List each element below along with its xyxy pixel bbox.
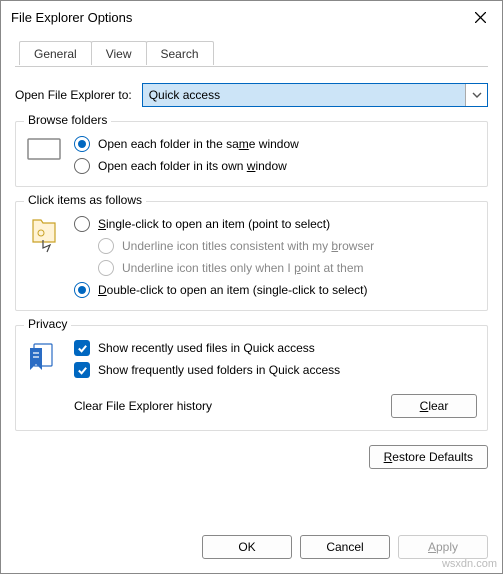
tab-search[interactable]: Search (146, 41, 214, 65)
watermark: wsxdn.com (442, 558, 497, 570)
tab-strip: General View Search (15, 41, 488, 67)
open-to-row: Open File Explorer to: Quick access (15, 83, 488, 107)
check-recent-files[interactable]: Show recently used files in Quick access (74, 340, 477, 356)
privacy-icon (26, 342, 62, 372)
radio-single-click[interactable]: Single-click to open an item (point to s… (74, 216, 477, 232)
chevron-down-icon (472, 92, 482, 98)
radio-underline-point-label: Underline icon titles only when I point … (122, 261, 363, 275)
group-click-items: Click items as follows Single-click to o… (15, 201, 488, 311)
open-to-dropdown-button[interactable] (465, 84, 487, 106)
window-title: File Explorer Options (11, 10, 132, 25)
tab-view[interactable]: View (91, 41, 147, 65)
open-to-value: Quick access (143, 84, 465, 106)
radio-same-window-label: Open each folder in the same window (98, 137, 299, 151)
radio-own-window[interactable]: Open each folder in its own window (74, 158, 477, 174)
group-click-items-legend: Click items as follows (24, 193, 146, 207)
group-browse-folders-legend: Browse folders (24, 113, 111, 127)
restore-defaults-button[interactable]: Restore Defaults (369, 445, 488, 469)
radio-own-window-label: Open each folder in its own window (98, 159, 287, 173)
dialog-footer: OK Cancel Apply (1, 523, 502, 573)
check-recent-files-label: Show recently used files in Quick access (98, 341, 315, 355)
click-items-icon (26, 218, 62, 254)
check-frequent-folders-label: Show frequently used folders in Quick ac… (98, 363, 340, 377)
radio-single-click-label: Single-click to open an item (point to s… (98, 217, 330, 231)
cancel-button[interactable]: Cancel (300, 535, 390, 559)
browse-folders-icon (26, 138, 62, 160)
radio-underline-browser: Underline icon titles consistent with my… (98, 238, 477, 254)
dialog-body: General View Search Open File Explorer t… (1, 33, 502, 523)
tab-general[interactable]: General (19, 41, 92, 65)
dialog-window: File Explorer Options General View Searc… (0, 0, 503, 574)
radio-underline-browser-label: Underline icon titles consistent with my… (122, 239, 374, 253)
clear-history-label: Clear File Explorer history (74, 399, 377, 413)
titlebar: File Explorer Options (1, 1, 502, 33)
ok-button[interactable]: OK (202, 535, 292, 559)
check-frequent-folders[interactable]: Show frequently used folders in Quick ac… (74, 362, 477, 378)
apply-button: Apply (398, 535, 488, 559)
open-to-combobox[interactable]: Quick access (142, 83, 488, 107)
radio-double-click[interactable]: Double-click to open an item (single-cli… (74, 282, 477, 298)
group-privacy: Privacy Show recently used files in Quic… (15, 325, 488, 431)
group-browse-folders: Browse folders Open each folder in the s… (15, 121, 488, 187)
radio-same-window[interactable]: Open each folder in the same window (74, 136, 477, 152)
radio-underline-point: Underline icon titles only when I point … (98, 260, 477, 276)
clear-button[interactable]: Clear (391, 394, 477, 418)
close-button[interactable] (458, 1, 502, 33)
close-icon (475, 12, 486, 23)
group-privacy-legend: Privacy (24, 317, 71, 331)
radio-double-click-label: Double-click to open an item (single-cli… (98, 283, 367, 297)
open-to-label: Open File Explorer to: (15, 88, 132, 102)
